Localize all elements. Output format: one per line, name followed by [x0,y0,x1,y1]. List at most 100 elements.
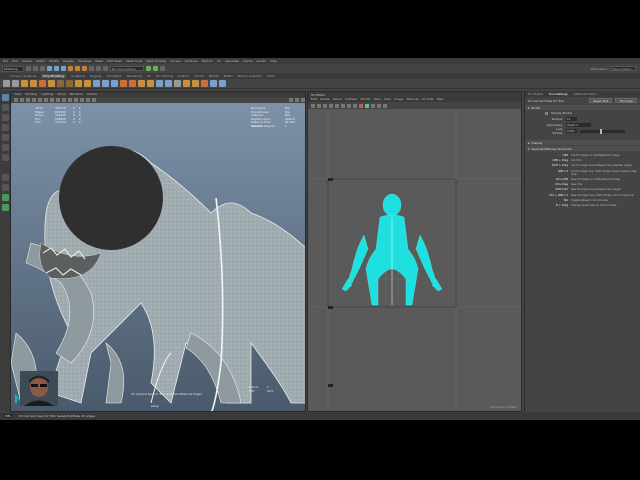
uv-grid-icon[interactable] [323,103,327,108]
menu-edit-mesh[interactable]: Edit Mesh [107,59,122,63]
menu-help[interactable]: Help [270,59,277,63]
uv-menu-uv-sets[interactable]: UV Sets [422,97,434,102]
poly-cube-icon[interactable] [12,80,19,87]
menu-deform[interactable]: Deform [202,59,213,63]
menu-create[interactable]: Create [22,59,32,63]
uv-green-channel-icon[interactable] [365,103,369,108]
uv-menu-tools[interactable]: Tools [373,97,380,102]
poly-plane-icon[interactable] [48,80,55,87]
uv-menu-select[interactable]: Select [333,97,342,102]
shelf-tab-curves[interactable]: Curves / Surfaces [10,74,36,78]
quad-draw-icon[interactable] [147,80,154,87]
ipr-render-icon[interactable] [153,66,158,71]
offset-edge-loop-icon[interactable] [165,80,172,87]
menu-file[interactable]: File [3,59,8,63]
reset-tool-button[interactable]: Reset Tool [589,98,613,103]
shelf-tab-mash[interactable]: MASH [224,74,233,78]
shelf-tab-fx[interactable]: FX [147,74,151,78]
display-section-header[interactable]: ▸ Display [525,140,640,145]
bevel-icon[interactable] [111,80,118,87]
menu-modify[interactable]: Modify [49,59,59,63]
radius-field[interactable]: 10 [566,117,577,121]
append-polygon-icon[interactable] [192,80,199,87]
last-tool-icon[interactable] [1,154,9,161]
shelf-tab-rendering[interactable]: Rendering [127,74,142,78]
save-scene-icon[interactable] [40,66,45,71]
gamma-icon[interactable] [295,98,299,102]
uv-borders-icon[interactable] [353,103,357,108]
creature-model[interactable] [11,103,306,412]
smooth-shade-icon[interactable] [62,98,66,102]
snap-curve-icon[interactable] [96,66,101,71]
menu-generate[interactable]: Generate [225,59,239,63]
outliner-layout-icon[interactable] [1,194,9,201]
snap-grid-icon[interactable] [89,66,94,71]
live-surface-field[interactable]: No Live Surface [110,66,144,71]
combine-icon[interactable] [57,80,64,87]
bookmark-icon[interactable] [26,98,30,102]
exposure-icon[interactable] [289,98,293,102]
uv-filter-icon[interactable] [371,103,375,108]
single-view-layout-icon[interactable] [1,174,9,181]
isolate-select-icon[interactable] [86,98,90,102]
menu-edit[interactable]: Edit [12,59,18,63]
menu-curves[interactable]: Curves [170,59,180,63]
shelf-tab-animation[interactable]: Animation [106,74,121,78]
render-icon[interactable] [146,66,151,71]
poly-sphere-icon[interactable] [3,80,10,87]
uv-gamma-icon[interactable] [383,103,387,108]
menu-select[interactable]: Select [36,59,45,63]
symmetry-dropdown[interactable]: Object X [566,123,591,127]
render-settings-icon[interactable] [160,66,165,71]
lazy-stroke-field[interactable]: 0.000 [566,129,577,133]
scale-tool-icon[interactable] [1,144,9,151]
uv-editor-icon[interactable] [201,80,208,87]
uv-distortion-icon[interactable] [347,103,351,108]
workspace-dropdown[interactable]: Maya Classic [610,66,636,71]
shelf-tab-motion-graphics[interactable]: Motion Graphics [237,74,261,78]
lazy-stroke-slider[interactable] [580,128,625,134]
smooth-icon[interactable] [75,80,82,87]
uv-menu-modify[interactable]: Modify [360,97,370,102]
menu-arnold[interactable]: Arnold [256,59,266,63]
face-mode-icon[interactable] [82,66,87,71]
uv-menu-view[interactable]: View [384,97,391,102]
menu-cache[interactable]: Cache [243,59,252,63]
mirror-icon[interactable] [174,80,181,87]
merge-icon[interactable] [120,80,127,87]
uv-checker-icon[interactable] [335,103,339,108]
poly-torus-icon[interactable] [39,80,46,87]
uv-image-icon[interactable] [329,103,333,108]
camera-select-icon[interactable] [14,98,18,102]
uv-shell-icon[interactable] [317,103,321,108]
shelf-tab-arnold[interactable]: Arnold [194,74,204,78]
uv-menu-create[interactable]: Create [320,97,330,102]
textured-icon[interactable] [68,98,72,102]
shelf-tab-poly-modeling[interactable]: Poly Modeling [41,74,67,78]
automatic-uv-icon[interactable] [210,80,217,87]
rotate-tool-icon[interactable] [1,134,9,141]
paint-select-tool-icon[interactable] [1,114,9,121]
uv-menu-cut-sew[interactable]: Cut/Sew [345,97,357,102]
fill-hole-icon[interactable] [183,80,190,87]
poly-cylinder-icon[interactable] [21,80,28,87]
uv-select-icon[interactable] [311,103,315,108]
menu-mesh[interactable]: Mesh [96,59,104,63]
planar-uv-icon[interactable] [219,80,226,87]
wireframe-icon[interactable] [56,98,60,102]
shelf-tab-rigging[interactable]: Rigging [90,74,101,78]
uv-exposure-icon[interactable] [377,103,381,108]
lasso-tool-icon[interactable] [1,104,9,111]
shelf-tab-xgen[interactable]: XGen [267,74,275,78]
tool-help-button[interactable]: Tool Help [615,98,637,103]
select-component-icon[interactable] [61,66,66,71]
open-scene-icon[interactable] [33,66,38,71]
uv-red-channel-icon[interactable] [359,103,363,108]
uv-canvas[interactable] [308,109,522,412]
mel-toggle[interactable]: MEL [3,414,14,418]
perspective-viewport[interactable]: View Shading Lighting Show Renderer Pane… [10,91,306,412]
select-tool-icon[interactable] [1,94,9,101]
color-management-icon[interactable] [301,98,305,102]
uv-shaded-icon[interactable] [341,103,345,108]
boolean-icon[interactable] [84,80,91,87]
